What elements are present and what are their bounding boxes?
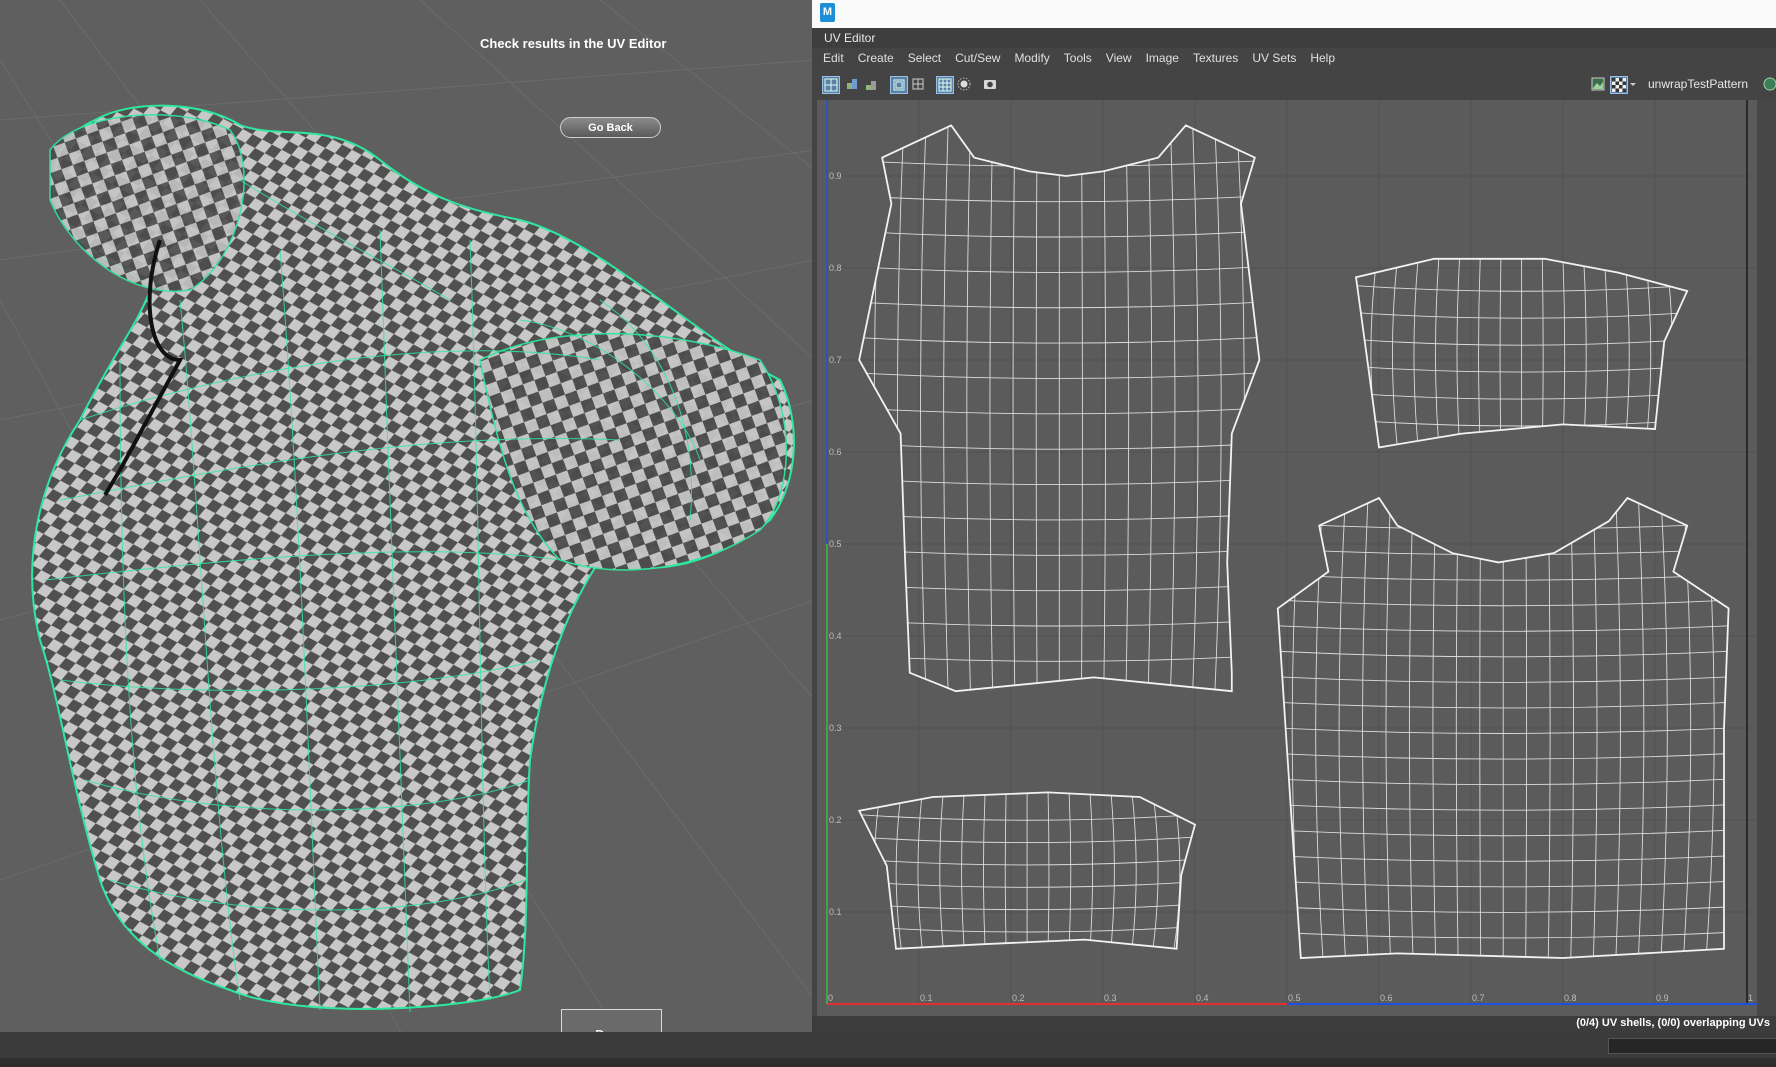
u-tick-label: 0.5 bbox=[1288, 993, 1301, 1003]
viewport-canvas[interactable] bbox=[0, 0, 815, 1067]
v-tick-label: 0.7 bbox=[829, 355, 842, 365]
v-tick-label: 0.5 bbox=[829, 539, 842, 549]
u-tick-label: 0.9 bbox=[1656, 993, 1669, 1003]
uv-layout-icon[interactable] bbox=[864, 76, 882, 94]
status-bar: (0/4) UV shells, (0/0) overlapping UVs bbox=[812, 1016, 1776, 1032]
bottom-strip bbox=[0, 1032, 1776, 1067]
brightness-icon[interactable] bbox=[956, 76, 974, 94]
window-titlebar[interactable]: M bbox=[812, 0, 1776, 28]
maya-app-icon: M bbox=[820, 3, 835, 22]
v-tick-label: 0.4 bbox=[829, 631, 842, 641]
go-back-button[interactable]: Go Back bbox=[560, 117, 661, 138]
u-tick-label: 0.3 bbox=[1104, 993, 1117, 1003]
u-tick-label: 0.8 bbox=[1564, 993, 1577, 1003]
menu-create[interactable]: Create bbox=[851, 51, 901, 65]
uv-tick-labels: 0.9 0.8 0.7 0.6 0.5 0.4 0.3 0.2 0.1 0 0.1 0.2 0.3 0.4… bbox=[828, 171, 1753, 1003]
menu-view[interactable]: View bbox=[1099, 51, 1139, 65]
uv-canvas[interactable]: 0.9 0.8 0.7 0.6 0.5 0.4 0.3 0.2 0.1 0 0.1 0.2 0.3 0.4… bbox=[817, 100, 1757, 1016]
uv-editor-window[interactable]: M UV Editor Edit Create Select Cut/Sew M… bbox=[812, 0, 1776, 1032]
menu-tools[interactable]: Tools bbox=[1057, 51, 1099, 65]
v-tick-label: 0.6 bbox=[829, 447, 842, 457]
menu-edit[interactable]: Edit bbox=[812, 51, 851, 65]
timeline-bar bbox=[0, 1058, 1776, 1067]
menu-cut-sew[interactable]: Cut/Sew bbox=[948, 51, 1007, 65]
u-tick-label: 0.7 bbox=[1472, 993, 1485, 1003]
menu-help[interactable]: Help bbox=[1303, 51, 1342, 65]
horizontal-scrollbar[interactable] bbox=[1608, 1038, 1776, 1054]
uv-toolbar: unwrapTestPattern bbox=[812, 68, 1776, 100]
u-tick-label: 1 bbox=[1748, 993, 1753, 1003]
uv-shells[interactable] bbox=[857, 124, 1730, 959]
uv-stack-icon[interactable] bbox=[844, 76, 862, 94]
checker-display-icon[interactable] bbox=[1610, 76, 1628, 94]
snapshot-camera-icon[interactable] bbox=[982, 76, 1000, 94]
uv-shell-status: (0/4) UV shells, (0/0) overlapping UVs bbox=[1576, 1017, 1770, 1029]
globe-icon[interactable] bbox=[1762, 76, 1776, 94]
u-tick-label: 0 bbox=[828, 993, 833, 1003]
menu-modify[interactable]: Modify bbox=[1007, 51, 1056, 65]
uv-canvas-svg[interactable]: 0.9 0.8 0.7 0.6 0.5 0.4 0.3 0.2 0.1 0 0.1 0.2 0.3 0.4… bbox=[817, 100, 1757, 1016]
v-tick-label: 0.2 bbox=[829, 815, 842, 825]
menu-select[interactable]: Select bbox=[901, 51, 948, 65]
menu-image[interactable]: Image bbox=[1139, 51, 1186, 65]
v-tick-label: 0.1 bbox=[829, 907, 842, 917]
v-tick-label: 0.8 bbox=[829, 263, 842, 273]
u-tick-label: 0.1 bbox=[920, 993, 933, 1003]
chevron-down-icon[interactable] bbox=[1628, 76, 1638, 94]
viewport-3d[interactable]: Check results in the UV Editor Go Back D… bbox=[0, 0, 815, 1067]
uv-snap-icon[interactable] bbox=[910, 76, 928, 94]
viewport-hint: Check results in the UV Editor bbox=[480, 36, 667, 51]
uv-shell-sleeve-right[interactable] bbox=[1354, 257, 1689, 449]
texture-name-label[interactable]: unwrapTestPattern bbox=[1648, 77, 1748, 91]
u-tick-label: 0.2 bbox=[1012, 993, 1025, 1003]
v-tick-label: 0.3 bbox=[829, 723, 842, 733]
uv-shell-sleeve-left[interactable] bbox=[857, 791, 1197, 950]
image-display-icon[interactable] bbox=[1590, 76, 1608, 94]
u-tick-label: 0.6 bbox=[1380, 993, 1393, 1003]
uv-side-scrollbar[interactable] bbox=[1757, 100, 1776, 1016]
panel-title: UV Editor bbox=[812, 28, 1776, 48]
u-tick-label: 0.4 bbox=[1196, 993, 1209, 1003]
menu-uv-sets[interactable]: UV Sets bbox=[1245, 51, 1303, 65]
torso-mesh[interactable] bbox=[31, 104, 795, 1013]
menu-bar: Edit Create Select Cut/Sew Modify Tools … bbox=[812, 48, 1776, 68]
uv-shell-select-icon[interactable] bbox=[822, 76, 840, 94]
menu-textures[interactable]: Textures bbox=[1186, 51, 1245, 65]
uv-grid-toggle-icon[interactable] bbox=[890, 76, 908, 94]
grid-icon[interactable] bbox=[936, 76, 954, 94]
v-tick-label: 0.9 bbox=[829, 171, 842, 181]
